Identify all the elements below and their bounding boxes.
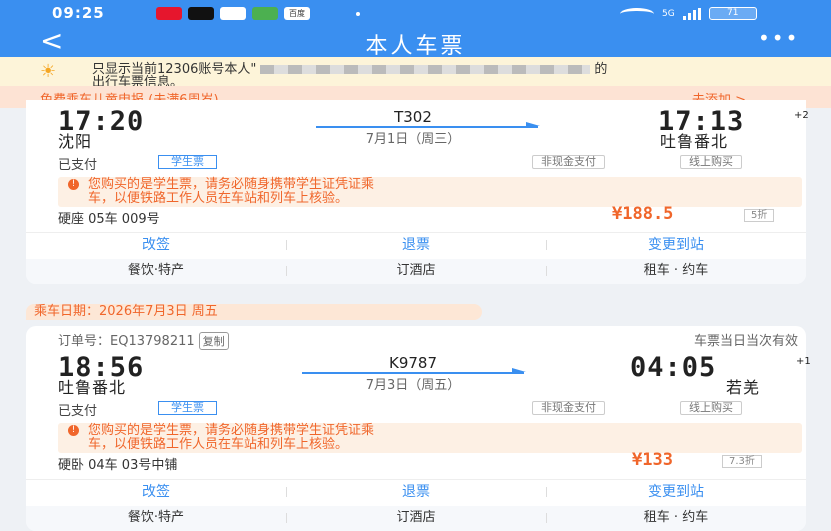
channel-tag: 线上购买 (680, 401, 742, 415)
channel-tag: 线上购买 (680, 155, 742, 169)
departure-station: 沈阳 (58, 132, 93, 151)
refund-ticket-button[interactable]: 退票 (286, 233, 546, 257)
notification-icons: 百度 (156, 7, 310, 20)
ticket-card: 17:20 沈阳 T302 7月1日（周三） 17:13 +2 吐鲁番北 已支付… (26, 100, 809, 284)
system-indicators: 5G 71 (620, 7, 757, 20)
masked-name (260, 65, 591, 74)
order-row: 订单号：EQ13798211 复制 车票当日当次有效 (58, 330, 798, 350)
hotel-link[interactable]: 订酒店 (286, 259, 546, 284)
ticket-services: 餐饮·特产 订酒店 租车 · 约车 (26, 506, 806, 531)
ticket-actions: 改签 退票 变更到站 (26, 479, 806, 504)
ticket-services: 餐饮·特产 订酒店 租车 · 约车 (26, 259, 806, 284)
app-header: 09:25 百度 5G 71 < 本人车票 ••• (0, 0, 831, 59)
chat-icon (220, 7, 246, 20)
order-number: EQ13798211 (110, 334, 195, 349)
title-bar: < 本人车票 ••• (0, 24, 831, 59)
ticket-type-tag: 学生票 (158, 155, 217, 169)
payment-status: 已支付 (58, 404, 98, 419)
discount-tag: 5折 (744, 209, 775, 222)
student-warning: ! 您购买的是学生票，请务必随身携带学生证凭证乘 车，以便铁路工作人员在车站和列… (58, 177, 802, 207)
day-offset: +2 (794, 110, 809, 121)
discount-tag: 7.3折 (722, 455, 762, 468)
weibo-icon (156, 7, 182, 20)
game-icon (252, 7, 278, 20)
order-label: 订单号： (58, 334, 111, 349)
payment-method-tag: 非现金支付 (532, 401, 605, 415)
notification-dot (356, 12, 360, 16)
arrival-station: 吐鲁番北 (660, 132, 729, 151)
train-number: K9787 (388, 354, 437, 372)
ride-date-banner: 乘车日期：2026年7月3日 周五 (26, 304, 482, 320)
change-destination-button[interactable]: 变更到站 (546, 233, 806, 257)
food-specialty-link[interactable]: 餐饮·特产 (26, 506, 286, 531)
status-time: 09:25 (52, 4, 105, 22)
alert-icon: ! (68, 179, 79, 190)
train-number: T302 (394, 108, 432, 126)
seat-info: 硬卧 04车 03号中铺 (58, 458, 178, 473)
arrival-time: 04:05 (630, 352, 717, 383)
battery-icon: 71 (708, 7, 757, 20)
change-destination-button[interactable]: 变更到站 (546, 480, 806, 504)
news-icon: 百度 (284, 7, 310, 20)
change-ticket-button[interactable]: 改签 (26, 233, 286, 257)
ticket-card: 订单号：EQ13798211 复制 车票当日当次有效 18:56 吐鲁番北 K97… (26, 326, 811, 531)
status-bar: 09:25 百度 5G 71 (0, 0, 831, 26)
change-ticket-button[interactable]: 改签 (26, 480, 286, 504)
copy-order-button[interactable]: 复制 (198, 332, 229, 350)
douyin-icon (188, 7, 214, 20)
arrival-station: 若羌 (726, 378, 761, 397)
food-specialty-link[interactable]: 餐饮·特产 (26, 259, 286, 284)
payment-status: 已支付 (58, 158, 98, 173)
day-offset: +1 (796, 356, 811, 367)
car-rental-link[interactable]: 租车 · 约车 (546, 506, 806, 531)
payment-method-tag: 非现金支付 (532, 155, 605, 169)
ticket-actions: 改签 退票 变更到站 (26, 232, 806, 257)
train-date: 7月1日（周三） (365, 132, 461, 147)
departure-station: 吐鲁番北 (58, 378, 127, 397)
network-type: 5G (662, 8, 675, 19)
notice-bar: ☀ 只显示当前12306账号本人" 的 出行车票信息。 (0, 57, 831, 90)
ticket-price: ¥188.5 (612, 204, 674, 224)
page-title: 本人车票 (365, 34, 466, 59)
sun-icon: ☀ (40, 61, 57, 82)
alert-icon: ! (68, 425, 79, 436)
wifi-icon (620, 7, 654, 20)
seat-info: 硬座 05车 009号 (58, 212, 160, 227)
ticket-price: ¥133 (632, 450, 673, 470)
car-rental-link[interactable]: 租车 · 约车 (546, 259, 806, 284)
signal-icon (682, 7, 701, 20)
validity-note: 车票当日当次有效 (693, 334, 798, 349)
refund-ticket-button[interactable]: 退票 (286, 480, 546, 504)
more-menu-button[interactable]: ••• (758, 26, 799, 50)
train-date: 7月3日（周五） (365, 378, 461, 393)
hotel-link[interactable]: 订酒店 (286, 506, 546, 531)
ticket-type-tag: 学生票 (158, 401, 217, 415)
student-warning: ! 您购买的是学生票，请务必随身携带学生证凭证乘 车，以便铁路工作人员在车站和列… (58, 423, 802, 453)
